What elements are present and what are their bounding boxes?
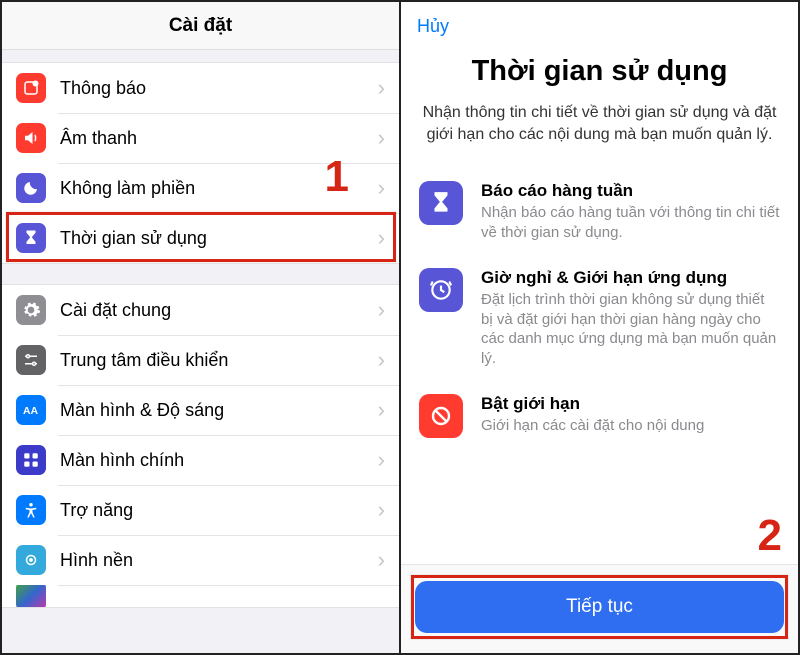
page-description: Nhận thông tin chi tiết về thời gian sử … — [401, 102, 798, 145]
feature-list: Báo cáo hàng tuần Nhận báo cáo hàng tuần… — [401, 181, 798, 438]
feature-desc: Nhận báo cáo hàng tuần với thông tin chi… — [481, 203, 780, 242]
row-label: Âm thanh — [60, 128, 378, 149]
row-label: Không làm phiền — [60, 178, 378, 199]
settings-group-1: Thông báo › Âm thanh › Không làm phiền › — [2, 62, 399, 264]
gear-icon — [16, 295, 46, 325]
notification-icon — [16, 73, 46, 103]
row-notifications[interactable]: Thông báo › — [2, 63, 399, 113]
settings-title: Cài đặt — [169, 15, 232, 37]
chevron-right-icon: › — [378, 125, 385, 151]
row-general[interactable]: Cài đặt chung › — [2, 285, 399, 335]
row-accessibility[interactable]: Trợ năng › — [2, 485, 399, 535]
chevron-right-icon: › — [378, 447, 385, 473]
row-label: Trung tâm điều khiển — [60, 350, 378, 371]
control-center-icon — [16, 345, 46, 375]
feature-desc: Giới hạn các cài đặt cho nội dung — [481, 416, 780, 436]
row-label: Trợ năng — [60, 500, 378, 521]
feature-title: Báo cáo hàng tuần — [481, 181, 780, 201]
fade-overlay — [401, 535, 798, 565]
chevron-right-icon: › — [378, 297, 385, 323]
chevron-right-icon: › — [378, 225, 385, 251]
clock-icon — [419, 268, 463, 312]
settings-header: Cài đặt — [2, 2, 399, 50]
row-home-screen[interactable]: Màn hình chính › — [2, 435, 399, 485]
sound-icon — [16, 123, 46, 153]
home-screen-icon — [16, 445, 46, 475]
screentime-icon — [16, 223, 46, 253]
row-label: Cài đặt chung — [60, 300, 378, 321]
settings-group-2: Cài đặt chung › Trung tâm điều khiển › A… — [2, 284, 399, 608]
feature-weekly-report: Báo cáo hàng tuần Nhận báo cáo hàng tuần… — [419, 181, 780, 242]
row-siri-partial[interactable] — [2, 585, 399, 607]
chevron-right-icon: › — [378, 75, 385, 101]
hourglass-icon — [419, 181, 463, 225]
row-label: Màn hình & Độ sáng — [60, 400, 378, 421]
row-control-center[interactable]: Trung tâm điều khiển › — [2, 335, 399, 385]
cancel-button[interactable]: Hủy — [417, 16, 449, 37]
feature-restrictions: Bật giới hạn Giới hạn các cài đặt cho nộ… — [419, 394, 780, 438]
settings-pane: Cài đặt Thông báo › Âm thanh › — [2, 2, 399, 653]
row-label: Thời gian sử dụng — [60, 228, 378, 249]
chevron-right-icon: › — [378, 347, 385, 373]
row-dnd[interactable]: Không làm phiền › — [2, 163, 399, 213]
chevron-right-icon: › — [378, 547, 385, 573]
dnd-icon — [16, 173, 46, 203]
row-wallpaper[interactable]: Hình nền › — [2, 535, 399, 585]
display-icon: AA — [16, 395, 46, 425]
svg-text:AA: AA — [23, 406, 39, 417]
annotation-step-2: 2 — [758, 511, 782, 561]
bottom-bar: Tiếp tục — [401, 564, 798, 653]
feature-title: Giờ nghỉ & Giới hạn ứng dụng — [481, 268, 780, 288]
siri-icon — [16, 585, 46, 607]
feature-downtime-limits: Giờ nghỉ & Giới hạn ứng dụng Đặt lịch tr… — [419, 268, 780, 368]
row-screen-time[interactable]: Thời gian sử dụng › — [2, 213, 399, 263]
feature-desc: Đặt lịch trình thời gian không sử dụng t… — [481, 290, 780, 368]
restrict-icon — [419, 394, 463, 438]
screentime-intro-pane: Hủy Thời gian sử dụng Nhận thông tin chi… — [399, 2, 798, 653]
row-sound[interactable]: Âm thanh › — [2, 113, 399, 163]
row-label: Thông báo — [60, 78, 378, 99]
chevron-right-icon: › — [378, 497, 385, 523]
row-label: Hình nền — [60, 550, 378, 571]
chevron-right-icon: › — [378, 397, 385, 423]
chevron-right-icon: › — [378, 175, 385, 201]
page-title: Thời gian sử dụng — [401, 55, 798, 88]
row-display[interactable]: AA Màn hình & Độ sáng › — [2, 385, 399, 435]
row-label: Màn hình chính — [60, 450, 378, 471]
feature-title: Bật giới hạn — [481, 394, 780, 414]
wallpaper-icon — [16, 545, 46, 575]
accessibility-icon — [16, 495, 46, 525]
continue-button[interactable]: Tiếp tục — [415, 581, 784, 633]
